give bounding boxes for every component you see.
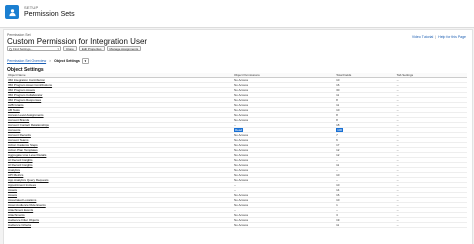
dropdown-arrow-icon[interactable]: ▾ [57, 47, 59, 51]
object-settings-table: Object Name Object Permissions Total Fie… [7, 73, 467, 228]
toolbar: Find Settings... ▾ Clone Edit Properties… [7, 45, 142, 52]
chevron-down-icon[interactable]: ▾ [81, 57, 89, 64]
breadcrumb: Permission Set Overview > Object Setting… [7, 57, 89, 64]
manage-assignments-button[interactable]: Manage Assignments [106, 46, 142, 51]
highlighted-value: Read [233, 128, 244, 132]
page-header-title: Permission Sets [24, 11, 75, 18]
find-settings-input[interactable]: Find Settings... ▾ [7, 46, 61, 51]
link-separator: | [435, 35, 437, 39]
tab-settings-cell: -- [395, 222, 467, 228]
total-fields-cell: 11 [335, 222, 396, 228]
object-name-link[interactable]: Audience Criteria [7, 222, 233, 228]
current-section-label: Object Settings [54, 58, 80, 63]
permission-sets-icon [5, 5, 19, 19]
help-page-link[interactable]: Help for this Page [438, 35, 466, 39]
detail-panel: Permission Set Custom Permission for Int… [3, 29, 473, 244]
highlighted-value: 106 [336, 128, 344, 132]
object-permissions-cell: No Access [232, 222, 336, 228]
video-tutorial-link[interactable]: Video Tutorial [412, 35, 433, 39]
edit-properties-button[interactable]: Edit Properties [78, 46, 105, 51]
setup-header: SETUP Permission Sets [0, 0, 474, 28]
setup-page: SETUP Permission Sets Permission Set Cus… [0, 0, 474, 244]
help-links: Video Tutorial | Help for this Page [412, 35, 466, 39]
breadcrumb-separator-icon: > [49, 58, 52, 63]
table-row: Audience Criteria No Access 11 -- [7, 222, 467, 228]
clone-button[interactable]: Clone [63, 46, 77, 51]
search-icon [9, 47, 13, 53]
permission-set-overview-link[interactable]: Permission Set Overview [7, 59, 46, 63]
object-settings-dropdown[interactable]: Object Settings ▾ [54, 57, 89, 64]
setup-label: SETUP [24, 5, 39, 10]
find-settings-value: Find Settings... [13, 46, 34, 51]
